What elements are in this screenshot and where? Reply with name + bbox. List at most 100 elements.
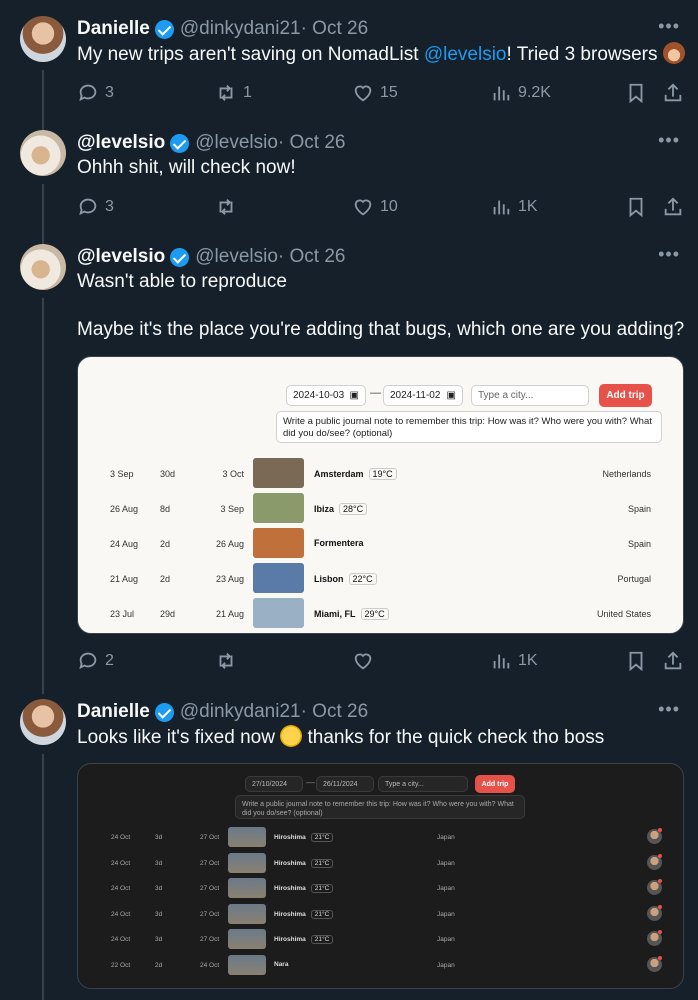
city-name[interactable]: Lisbon 22°C xyxy=(314,573,377,585)
journal-note-textarea[interactable]: Write a public journal note to remember … xyxy=(235,795,525,819)
tweet-header: @levelsio @levelsio · Oct 26 xyxy=(77,246,345,268)
more-options-icon[interactable]: ••• xyxy=(658,16,680,37)
city-name[interactable]: Hiroshima 21°C xyxy=(274,909,334,919)
share-icon xyxy=(664,651,682,670)
tweet-date[interactable]: · Oct 26 xyxy=(278,132,346,154)
repost-count: 1 xyxy=(243,84,252,101)
avatar[interactable] xyxy=(20,16,66,62)
like-button[interactable]: 10 xyxy=(352,196,398,218)
trip-duration: 2d xyxy=(160,539,171,549)
trip-row[interactable]: 23 Jul 29d 21 Aug Miami, FL 29°C United State… xyxy=(78,597,683,629)
author-name[interactable]: Danielle xyxy=(77,18,150,40)
city-thumbnail xyxy=(253,528,304,558)
bookmark-button[interactable] xyxy=(625,82,653,104)
date-to-input[interactable]: 2024-11-02 ▣ xyxy=(383,385,463,406)
like-button[interactable]: 15 xyxy=(352,82,398,104)
bookmark-icon xyxy=(629,83,643,104)
share-button[interactable] xyxy=(662,650,690,672)
attached-screenshot[interactable]: 2024-10-03 ▣ — 2024-11-02 ▣ Type a city...… xyxy=(77,356,684,634)
date-from-input[interactable]: 27/10/2024 xyxy=(245,776,303,792)
avatar[interactable] xyxy=(20,699,66,745)
reply-button[interactable]: 3 xyxy=(77,82,114,104)
city-input[interactable]: Type a city... xyxy=(378,776,468,792)
tweet-date[interactable]: · Oct 26 xyxy=(301,701,369,723)
tweet-actions: 3 10 1K xyxy=(77,196,687,220)
repost-icon xyxy=(219,199,233,215)
temperature-badge: 21°C xyxy=(310,909,334,919)
author-handle[interactable]: @dinkydani21 xyxy=(180,18,301,40)
city-thumbnail xyxy=(253,458,304,488)
city-name[interactable]: Hiroshima 21°C xyxy=(274,884,334,893)
trip-row[interactable]: 24 Oct 3d 27 Oct Hiroshima 21°C Japan xyxy=(78,877,683,899)
date-to-input[interactable]: 26/11/2024 xyxy=(316,776,374,792)
views-button[interactable]: 1K xyxy=(490,196,538,218)
reply-button[interactable]: 2 xyxy=(77,650,114,672)
city-thumbnail xyxy=(228,878,266,898)
author-name[interactable]: @levelsio xyxy=(77,132,165,154)
trip-start-date: 24 Oct xyxy=(111,834,131,841)
trip-row[interactable]: 21 Aug 2d 23 Aug Lisbon 22°C Portugal xyxy=(78,562,683,594)
attached-screenshot[interactable]: 27/10/2024 — 26/11/2024 Type a city... A… xyxy=(77,763,684,989)
avatar[interactable] xyxy=(20,244,66,290)
avatar[interactable] xyxy=(20,130,66,176)
author-handle[interactable]: @levelsio xyxy=(195,246,278,268)
author-name[interactable]: @levelsio xyxy=(77,246,165,268)
reply-button[interactable]: 3 xyxy=(77,196,114,218)
trip-row[interactable]: 24 Oct 3d 27 Oct Hiroshima 21°C Japan xyxy=(78,852,683,874)
author-name[interactable]: Danielle xyxy=(77,701,150,723)
city-thumbnail xyxy=(228,903,266,924)
trip-row[interactable]: 24 Aug 2d 26 Aug Formentera Spain xyxy=(78,527,683,559)
like-button[interactable] xyxy=(352,650,380,672)
notification-dot-icon xyxy=(658,828,662,832)
bookmark-button[interactable] xyxy=(625,650,653,672)
repost-button[interactable] xyxy=(215,650,243,672)
trip-row[interactable]: 24 Oct 3d 27 Oct Hiroshima 21°C Japan xyxy=(78,826,683,848)
tweet-text: My new trips aren't saving on NomadList … xyxy=(77,42,685,67)
views-button[interactable]: 1K xyxy=(490,650,538,672)
repost-button[interactable]: 1 xyxy=(215,82,252,104)
tweet-text: Looks like it's fixed now thanks for the… xyxy=(77,725,605,748)
trip-start-date: 24 Aug xyxy=(110,539,139,549)
city-name[interactable]: Hiroshima 21°C xyxy=(274,858,334,868)
city-label: Formentera xyxy=(314,538,364,548)
add-trip-button[interactable]: Add trip xyxy=(475,775,515,793)
notification-dot-icon xyxy=(658,879,662,883)
views-button[interactable]: 9.2K xyxy=(490,82,551,104)
author-handle[interactable]: @dinkydani21 xyxy=(180,701,301,723)
city-name[interactable]: Hiroshima 21°C xyxy=(274,935,334,944)
city-name[interactable]: Hiroshima 21°C xyxy=(274,833,334,842)
more-options-icon[interactable]: ••• xyxy=(658,699,680,720)
repost-button[interactable] xyxy=(215,196,243,218)
share-button[interactable] xyxy=(662,82,690,104)
journal-note-textarea[interactable]: Write a public journal note to remember … xyxy=(276,411,662,443)
city-name[interactable]: Amsterdam 19°C xyxy=(314,468,397,480)
trip-row[interactable]: 26 Aug 8d 3 Sep Ibiza 28°C Spain xyxy=(78,492,683,524)
city-name[interactable]: Miami, FL 29°C xyxy=(314,608,389,620)
add-trip-button[interactable]: Add trip xyxy=(599,384,652,407)
tweet-date[interactable]: · Oct 26 xyxy=(278,246,346,268)
trip-end-date: 26 Aug xyxy=(215,539,244,549)
temperature-badge: 22°C xyxy=(348,573,377,585)
view-count: 9.2K xyxy=(518,84,551,101)
city-name[interactable]: Formentera xyxy=(314,538,364,548)
trip-row[interactable]: 22 Oct 2d 24 Oct Nara Japan xyxy=(78,954,683,976)
city-thumbnail xyxy=(253,563,304,593)
trip-row[interactable]: 3 Sep 30d 3 Oct Amsterdam 19°C Netherlands xyxy=(78,457,683,489)
date-from-input[interactable]: 2024-10-03 ▣ xyxy=(286,385,366,406)
city-label: Hiroshima xyxy=(274,859,306,867)
more-options-icon[interactable]: ••• xyxy=(658,244,680,265)
tweet-date[interactable]: · Oct 26 xyxy=(301,18,369,40)
author-handle[interactable]: @levelsio xyxy=(195,132,278,154)
share-button[interactable] xyxy=(662,196,690,218)
trip-row[interactable]: 24 Oct 3d 27 Oct Hiroshima 21°C Japan xyxy=(78,928,683,950)
mention-link[interactable]: @levelsio xyxy=(424,44,507,65)
bookmark-button[interactable] xyxy=(625,196,653,218)
city-name[interactable]: Nara xyxy=(274,961,288,968)
verified-badge-icon xyxy=(154,19,174,39)
trip-row[interactable]: 24 Oct 3d 27 Oct Hiroshima 21°C Japan xyxy=(78,903,683,925)
city-input[interactable]: Type a city... xyxy=(471,385,589,406)
views-icon xyxy=(493,86,510,101)
city-name[interactable]: Ibiza 28°C xyxy=(314,503,368,515)
more-options-icon[interactable]: ••• xyxy=(658,130,680,151)
trip-start-date: 24 Oct xyxy=(111,936,131,943)
